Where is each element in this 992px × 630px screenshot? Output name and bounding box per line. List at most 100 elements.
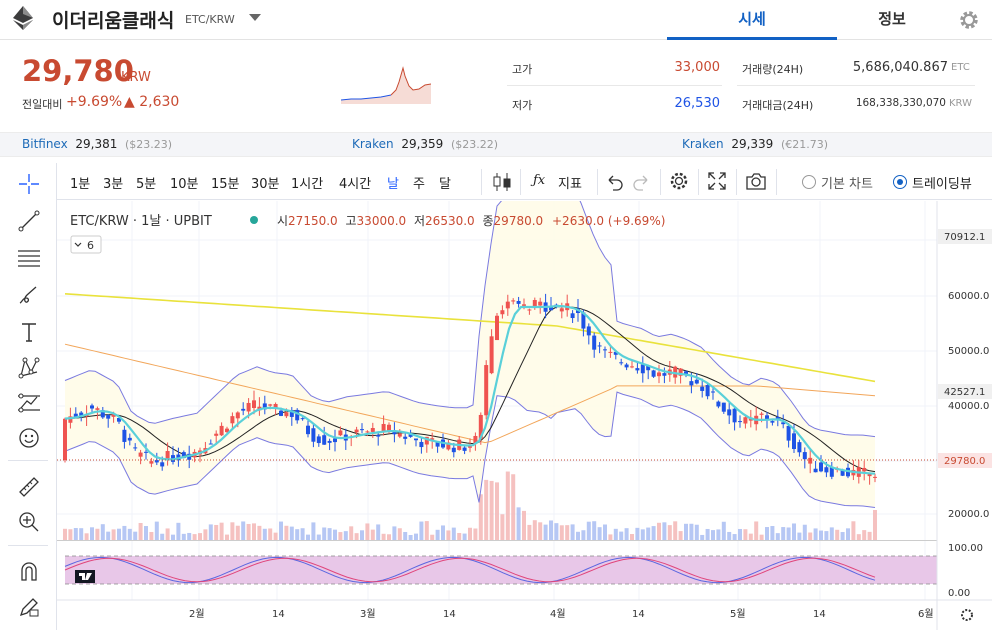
divider [660, 169, 661, 195]
legend-ohlc: 시27150.0 고33000.0 저26530.0 종29780.0 +263… [277, 214, 665, 228]
volume-value: 5,686,040.867 [852, 60, 948, 75]
time-tick: 14 [272, 609, 285, 620]
mini-price-chart [341, 66, 431, 104]
divider [597, 169, 598, 195]
forecast-icon[interactable] [15, 389, 43, 417]
indicators-button[interactable]: 지표 [558, 173, 582, 192]
fullscreen-icon[interactable] [707, 171, 727, 191]
timeframe-5m[interactable]: 5분 [136, 173, 156, 192]
collapse-button [70, 235, 102, 254]
trendline-icon[interactable] [15, 207, 43, 235]
candle-type-icon[interactable] [491, 170, 513, 194]
divider [776, 169, 777, 195]
badge-last-value: 29780.0 [944, 456, 985, 467]
amount-value: 168,338,330,070 [855, 97, 946, 109]
time-tick: 14 [632, 609, 645, 620]
divider [8, 460, 48, 461]
emoji-icon[interactable] [15, 424, 43, 452]
time-tick: 5월 [730, 608, 746, 620]
high-label: 고가 [512, 63, 533, 76]
timeframe-30m[interactable]: 30분 [251, 173, 280, 192]
exchange-item[interactable]: Bitfinex 29,381 ($23.23) [22, 137, 172, 151]
badge-upper-value: 70912.1 [944, 232, 985, 243]
price-tick: 20000.0 [948, 509, 989, 520]
divider [8, 545, 48, 546]
tradingview-logo [75, 570, 95, 583]
time-tick: 6월 [918, 608, 934, 620]
change-percent: +9.69% [66, 94, 123, 110]
time-tick: 14 [443, 609, 456, 620]
pair-label[interactable]: ETC/KRW [185, 13, 235, 26]
time-tick: 4월 [550, 608, 566, 620]
time-tick: 14 [813, 609, 826, 620]
divider [698, 169, 699, 195]
chevron-down-icon[interactable] [249, 14, 261, 21]
axis-settings-icon [961, 609, 973, 621]
timeframe-3m[interactable]: 3분 [103, 173, 123, 192]
timeframe-1m[interactable]: 1분 [70, 173, 90, 192]
high-value: 33,000 [674, 60, 721, 75]
fx-icon[interactable]: ƒx [533, 173, 545, 188]
osc-tick: 100.00 [948, 543, 983, 554]
time-tick: 2월 [189, 608, 205, 620]
divider [737, 85, 975, 86]
magnet-icon[interactable] [15, 558, 43, 586]
legend-symbol: ETC/KRW · 1날 · UPBIT [70, 214, 212, 229]
pattern-icon[interactable] [15, 354, 43, 382]
undo-icon[interactable] [604, 172, 624, 192]
ma-yellow [64, 293, 876, 383]
timeframe-4h[interactable]: 4시간 [339, 173, 371, 192]
crosshair-icon[interactable] [15, 170, 43, 198]
divider [520, 169, 521, 195]
price-chart[interactable]: 60000.0 50000.0 40000.0 20000.0 70912.1 … [57, 201, 992, 630]
radio-tradingview-label[interactable]: 트레이딩뷰 [912, 173, 972, 192]
price-tick: 50000.0 [948, 346, 989, 357]
brush-icon[interactable] [15, 281, 43, 309]
timeframe-week[interactable]: 주 [413, 173, 425, 192]
osc-tick: 0.00 [948, 588, 970, 599]
divider [507, 85, 722, 86]
current-price: 29,780 [22, 54, 134, 88]
bollinger-fill [65, 201, 875, 508]
timeframe-10m[interactable]: 10분 [170, 173, 199, 192]
divider [481, 169, 482, 195]
radio-tradingview[interactable] [893, 175, 907, 189]
gear-icon[interactable] [957, 8, 981, 32]
volume-unit: ETC [951, 62, 970, 73]
low-value: 26,530 [674, 96, 721, 111]
text-icon[interactable] [15, 318, 43, 346]
radio-basic-label[interactable]: 기본 차트 [821, 173, 873, 192]
low-label: 저가 [512, 99, 533, 112]
timeframe-15m[interactable]: 15분 [211, 173, 240, 192]
price-unit: KRW [121, 70, 151, 85]
collapse-count: 6 [87, 239, 94, 252]
settings-icon[interactable] [668, 170, 690, 192]
change-label: 전일대비 [22, 98, 63, 111]
timeframe-day[interactable]: 날 [387, 173, 399, 192]
timeframe-1h[interactable]: 1시간 [291, 173, 323, 192]
exchange-item[interactable]: Kraken 29,339 (€21.73) [682, 137, 828, 151]
volume-label: 거래량(24H) [742, 63, 804, 76]
lock-pencil-icon[interactable] [15, 593, 43, 621]
badge-mid-value: 42527.1 [944, 387, 985, 398]
time-tick: 3월 [360, 608, 376, 620]
amount-label: 거래대금(24H) [742, 99, 814, 112]
radio-basic-chart[interactable] [802, 175, 816, 189]
camera-icon[interactable] [745, 170, 767, 192]
amount-unit: KRW [949, 98, 972, 109]
redo-icon[interactable] [632, 172, 652, 192]
tab-info[interactable]: 정보 [807, 0, 977, 40]
fib-icon[interactable] [15, 244, 43, 272]
divider [736, 169, 737, 195]
pane-separator [57, 540, 937, 541]
market-status-icon [250, 216, 258, 224]
price-tick: 40000.0 [948, 401, 989, 412]
stoch-band [65, 556, 937, 584]
drawing-toolbar [0, 163, 57, 630]
coin-name: 이더리움클래식 [52, 10, 175, 32]
price-tick: 60000.0 [948, 291, 989, 302]
exchange-item[interactable]: Kraken 29,359 ($23.22) [352, 137, 498, 151]
ruler-icon[interactable] [15, 473, 43, 501]
zoom-icon[interactable] [15, 508, 43, 536]
timeframe-month[interactable]: 달 [439, 173, 451, 192]
